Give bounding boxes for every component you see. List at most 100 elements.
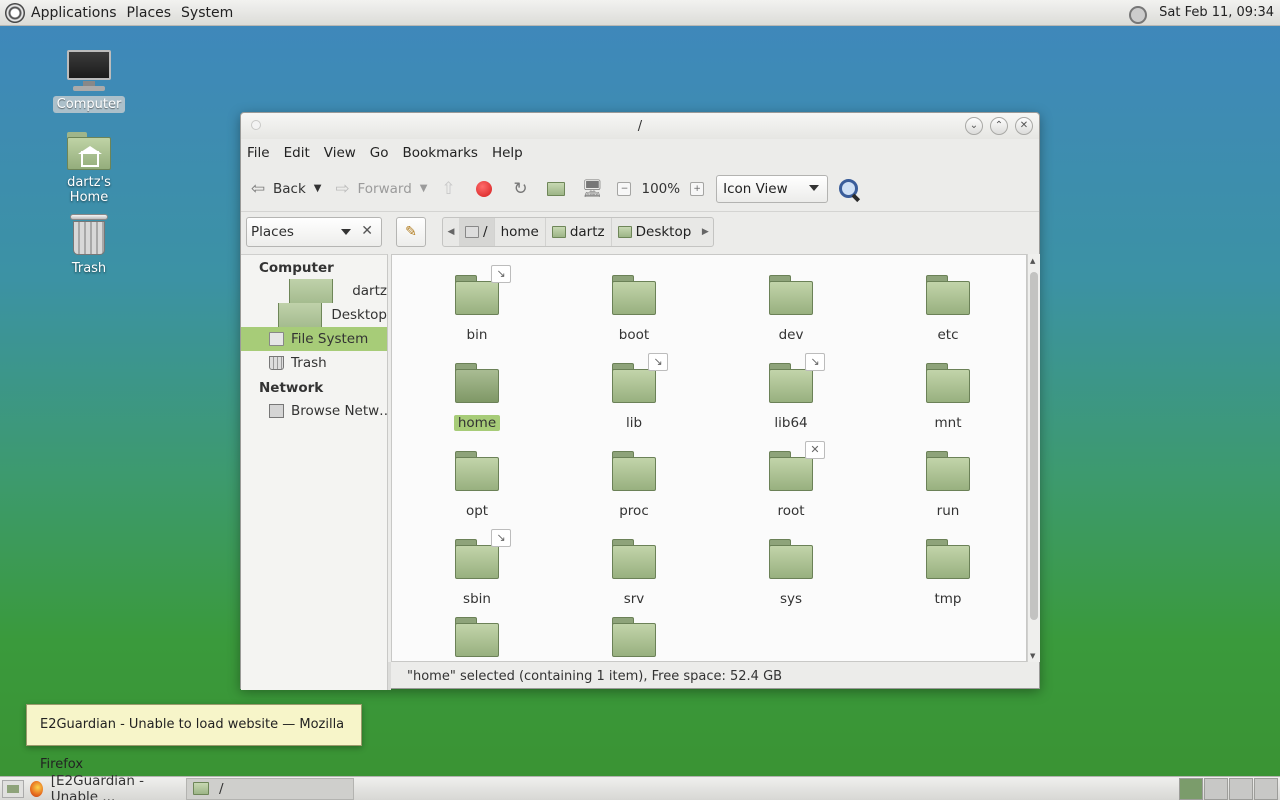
breadcrumb-left-arrow[interactable]: ◀ [443,227,459,237]
search-icon[interactable] [838,178,860,200]
folder-item[interactable]: ↘ sbin [422,529,532,607]
stop-button[interactable] [473,178,499,200]
folder-item[interactable]: ✕ root [736,441,846,519]
taskbar-item-firefox[interactable]: [E2Guardian - Unable ... [24,773,186,800]
scrollbar-thumb[interactable] [1030,272,1038,620]
sidebar-item-file-system[interactable]: File System [241,327,387,351]
minimize-button[interactable]: ⌄ [965,117,983,135]
folder-item[interactable] [579,617,689,661]
taskbar-item-file-manager[interactable]: / [186,777,354,800]
folder-item[interactable]: home [422,363,532,431]
desktop-icon-label: Trash [71,261,107,276]
folder-item[interactable]: ↘ lib [579,353,689,431]
vertical-scrollbar[interactable]: ▲ ▼ [1027,254,1040,662]
sidebar-item-desktop[interactable]: Desktop [241,303,387,327]
folder-icon [455,363,499,403]
chevron-down-icon [809,184,820,191]
menu-edit[interactable]: Edit [284,145,310,161]
sidebar-item-dartz[interactable]: dartz [241,279,387,303]
menu-file[interactable]: File [247,145,270,161]
sidebar-pane-select[interactable]: Places ✕ [246,217,382,247]
breadcrumb-right-arrow[interactable]: ▶ [697,227,713,237]
folder-icon [612,539,656,579]
chevron-down-icon [341,229,351,235]
sidebar-item-label: Desktop [331,307,387,323]
places-sidebar: Computer dartz Desktop File System Trash… [241,254,388,690]
back-history-dropdown[interactable]: ▼ [314,183,322,194]
folder-item[interactable] [422,617,532,661]
menu-view[interactable]: View [324,145,356,161]
menu-help[interactable]: Help [492,145,523,161]
breadcrumb-label: home [500,224,539,240]
sidebar-item-label: dartz [352,283,387,299]
desktop-icon-computer[interactable]: Computer [44,48,134,113]
folder-item[interactable]: tmp [893,539,1003,607]
computer-button[interactable]: 🖥 [581,178,607,200]
scroll-down-arrow[interactable]: ▼ [1030,652,1035,660]
back-button[interactable]: ⇦ Back ▼ [247,178,322,200]
edit-location-button[interactable]: ✎ [396,217,426,247]
folder-item[interactable]: opt [422,451,532,519]
folder-item[interactable]: srv [579,539,689,607]
scroll-up-arrow[interactable]: ▲ [1030,257,1035,265]
folder-item[interactable]: dev [736,275,846,343]
close-button[interactable]: ✕ [1015,117,1033,135]
breadcrumb-root[interactable]: / [459,218,495,246]
folder-icon [612,617,656,657]
up-arrow-icon: ⇧ [441,178,456,199]
distro-logo-icon[interactable] [5,2,25,23]
file-icon-view[interactable]: ↘ bin boot dev etc home ↘ lib ↘ lib64 mnt opt proc ✕ r… [391,254,1027,662]
workspace-2[interactable] [1204,777,1228,800]
workspace-1[interactable] [1179,777,1203,800]
forward-history-dropdown[interactable]: ▼ [420,183,428,194]
zoom-in-button[interactable]: + [690,181,705,196]
forward-button[interactable]: ⇨ Forward ▼ [331,178,427,200]
up-button[interactable]: ⇧ [437,178,463,200]
clock[interactable]: Sat Feb 11, 09:34 [1159,5,1274,20]
folder-name: lib [625,415,643,431]
view-mode-select[interactable]: Icon View [716,174,829,203]
menu-applications[interactable]: Applications [31,5,117,21]
folder-name: dev [778,327,804,343]
menu-go[interactable]: Go [370,145,389,161]
folder-item[interactable]: proc [579,451,689,519]
desktop-icon-home[interactable]: dartz's Home [44,132,134,206]
window-menu-icon[interactable] [251,120,261,130]
home-button[interactable] [545,178,571,200]
trash-icon [269,356,284,370]
folder-item[interactable]: ↘ lib64 [736,353,846,431]
maximize-button[interactable]: ⌃ [990,117,1008,135]
folder-item[interactable]: ↘ bin [422,265,532,343]
sidebar-heading-computer: Computer [259,260,334,276]
folder-item[interactable]: boot [579,275,689,343]
breadcrumb-label: Desktop [635,224,692,240]
folder-item[interactable]: sys [736,539,846,607]
workspace-4[interactable] [1254,777,1278,800]
breadcrumb-desktop[interactable]: Desktop [612,218,698,246]
menu-system[interactable]: System [181,5,233,21]
window-titlebar[interactable]: / ⌄ ⌃ ✕ [241,113,1039,139]
zoom-level[interactable]: 100% [641,181,680,197]
show-desktop-button[interactable] [2,779,24,798]
reload-button[interactable]: ↻ [509,178,535,200]
zoom-out-button[interactable]: − [617,181,632,196]
breadcrumb-home[interactable]: home [495,218,546,246]
sidebar-item-trash[interactable]: Trash [241,351,387,375]
menu-places[interactable]: Places [127,5,172,21]
breadcrumb-label: / [483,224,488,240]
folder-item[interactable]: run [893,451,1003,519]
top-panel: Applications Places System Sat Feb 11, 0… [0,0,1280,26]
desktop-icon-trash[interactable]: Trash [44,212,134,277]
sidebar-item-browse-network[interactable]: Browse Netw… [241,399,387,423]
folder-icon [926,363,970,403]
folder-item[interactable]: mnt [893,363,1003,431]
volume-icon[interactable] [1125,4,1148,24]
workspace-3[interactable] [1229,777,1253,800]
breadcrumb-label: dartz [569,224,605,240]
breadcrumb-dartz[interactable]: dartz [546,218,612,246]
menu-bookmarks[interactable]: Bookmarks [403,145,478,161]
folder-item[interactable]: etc [893,275,1003,343]
desktop-folder-icon [617,226,632,238]
taskbar-item-label: / [219,780,224,797]
close-sidebar-icon[interactable]: ✕ [361,223,373,239]
